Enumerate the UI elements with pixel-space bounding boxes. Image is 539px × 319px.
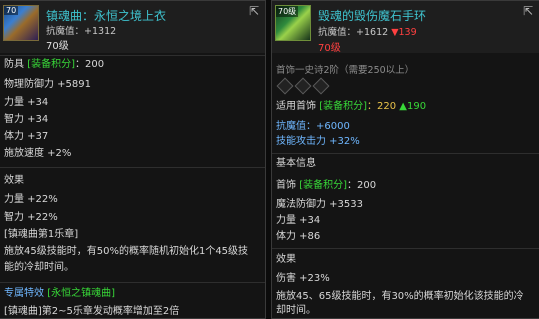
right-base-stat: 体力 +86 [276, 231, 321, 242]
expand-icon[interactable]: ⇱ [521, 4, 535, 18]
right-anti-magic-down: ▼139 [391, 27, 417, 38]
right-effect-title: 效果 [276, 254, 296, 265]
diamond-slot-icon [312, 77, 330, 95]
left-chapter: [镇魂曲第1乐章] [4, 229, 79, 240]
left-score-row: 防具 [装备积分]：200 [4, 58, 104, 72]
left-item-level: 70级 [46, 41, 69, 52]
left-special-label: 专属特效 [4, 288, 44, 299]
expand-icon[interactable]: ⇱ [247, 4, 261, 18]
left-effect-title: 效果 [4, 175, 24, 186]
right-suit-up: ▲190 [399, 101, 427, 112]
left-chapter-text: 能的冷却时间。 [4, 262, 74, 273]
divider [0, 55, 265, 56]
left-item-tooltip: 70 镇魂曲：永恒之境上衣 ⇱ 抗魔值：+1312 70级 防具 [装备积分]：… [0, 0, 266, 319]
right-icon-level: 70级 [276, 6, 299, 17]
right-base-stat: 力量 +34 [276, 215, 321, 226]
right-suit-row: 适用首饰 [装备积分]：220 ▲190 [276, 100, 426, 114]
diamond-slot-icon [276, 77, 294, 95]
left-effect: 力量 +22% [4, 194, 58, 205]
right-suit-tag: [装备积分] [319, 101, 367, 112]
left-stat: 智力 +34 [4, 114, 49, 125]
left-score-tag: [装备积分] [27, 59, 75, 70]
bracelet-item-icon: 70级 [275, 5, 311, 41]
right-item-title: 毁魂的毁伤魔石手环 [318, 9, 427, 23]
left-stat: 施放速度 +2% [4, 148, 72, 159]
divider [0, 167, 265, 168]
right-anti-magic-label: 抗魔值： [318, 27, 357, 38]
diamond-slot-icon [294, 77, 312, 95]
right-base-type: 首饰 [276, 180, 296, 191]
left-chapter-text: 施放45级技能时，有50%的概率随机初始化1个45级技 [4, 246, 249, 257]
right-bonus: 技能攻击力 +32% [276, 136, 360, 147]
right-suit-label: 适用首饰 [276, 101, 316, 112]
right-effect-text: 却时间。 [276, 305, 316, 316]
left-special-tag: [永恒之镇魂曲] [47, 288, 115, 299]
right-slots-text: 首饰一史诗2阶（需要250以上） [276, 65, 415, 76]
left-special-text: [镇魂曲]第2~5乐章发动概率增加至2倍 [4, 306, 180, 317]
left-item-title: 镇魂曲：永恒之境上衣 [46, 9, 167, 23]
right-slots-row: 首饰一史诗2阶（需要250以上） [276, 64, 414, 78]
divider [272, 248, 539, 249]
left-stat: 力量 +34 [4, 97, 49, 108]
left-anti-magic-value: +1312 [84, 26, 117, 37]
left-icon-level: 70 [4, 6, 19, 15]
right-effect-text: 施放45、65级技能时，有30%的概率初始化该技能的冷 [276, 291, 524, 302]
left-stat: 物理防御力 +5891 [4, 79, 92, 90]
right-base-value: ：200 [347, 180, 377, 191]
right-base-title: 基本信息 [276, 158, 316, 169]
right-base-tag: [装备积分] [299, 180, 347, 191]
divider [272, 153, 539, 154]
right-suit-value: ：220 [367, 101, 397, 112]
right-base-score-row: 首饰 [装备积分]：200 [276, 179, 376, 193]
left-type-label: 防具 [4, 59, 24, 70]
right-bonus: 抗魔值：+6000 [276, 121, 350, 132]
left-stat: 体力 +37 [4, 131, 49, 142]
right-slot-icons [276, 77, 330, 95]
left-anti-magic-label: 抗魔值： [46, 26, 85, 37]
left-effect: 智力 +22% [4, 212, 58, 223]
right-base-stat: 魔法防御力 +3533 [276, 199, 364, 210]
right-item-level: 70级 [318, 43, 341, 54]
left-anti-magic: 抗魔值：+1312 [46, 23, 116, 37]
divider [0, 282, 265, 283]
right-anti-magic-value: +1612 [356, 27, 389, 38]
armor-item-icon: 70 [3, 5, 39, 41]
right-effect: 伤害 +23% [276, 273, 330, 284]
left-special-row: 专属特效 [永恒之镇魂曲] [4, 287, 115, 301]
right-item-tooltip: 70级 毁魂的毁伤魔石手环 ⇱ 抗魔值：+1612 ▼139 70级 首饰一史诗… [271, 0, 539, 319]
left-score-value: ：200 [75, 59, 105, 70]
right-anti-magic: 抗魔值：+1612 ▼139 [318, 24, 417, 38]
